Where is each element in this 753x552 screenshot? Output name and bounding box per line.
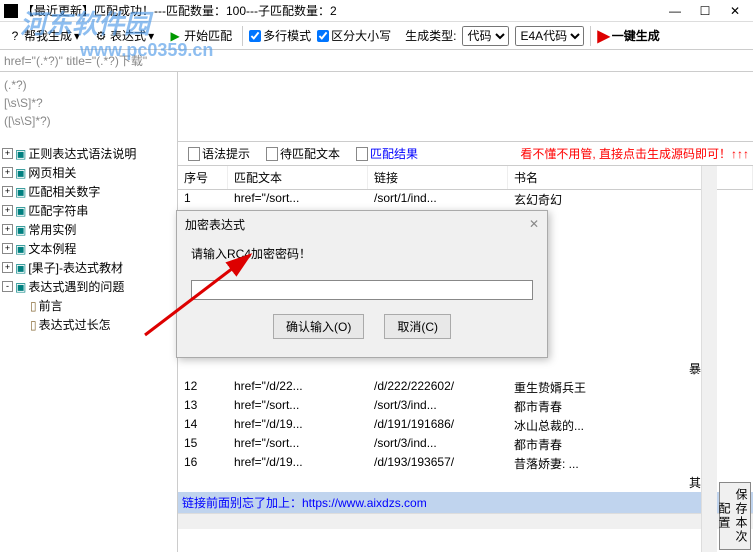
folder-icon: ▣ [15,223,26,237]
tree-child[interactable]: ▯前言 [30,296,175,315]
tree-item[interactable]: +▣常用实例 [2,220,175,239]
table-row[interactable]: 12href="/d/22.../d/222/222602/重生贽婿兵王 [178,378,753,397]
header-text[interactable]: 匹配文本 [228,166,368,189]
tree-item[interactable]: +▣匹配相关数字 [2,182,175,201]
pattern-item[interactable]: [\s\S]*? [4,94,173,112]
table-row[interactable]: 15href="/sort.../sort/3/ind...都市青春 [178,435,753,454]
expr-icon: ⚙ [94,29,108,43]
start-match-button[interactable]: ▶开始匹配 [164,25,236,46]
titlebar: 【最近更新】匹配成功！---匹配数量：100---子匹配数量：2 — ☐ ✕ [0,0,753,22]
footer-note: 链接前面别忘了加上：https://www.aixdzs.com [178,492,753,513]
table-row[interactable]: 14href="/d/19.../d/191/191686/冰山总裁的... [178,416,753,435]
tree-item[interactable]: +▣正则表达式语法说明 [2,144,175,163]
separator [242,26,243,46]
pattern-item[interactable]: (.*?) [4,76,173,94]
horizontal-scrollbar[interactable] [178,513,753,529]
play-icon: ▶ [168,29,182,43]
table-row[interactable]: 16href="/d/19.../d/193/193657/昔落娇妻: ... [178,454,753,473]
tree-item[interactable]: -▣表达式遇到的问题 [2,277,175,296]
help-generate-button[interactable]: ?帮我生成▾ [4,25,84,46]
pattern-item[interactable]: ([\s\S]*?) [4,112,173,130]
tabs: 语法提示 待匹配文本 匹配结果 看不懂不用管, 直接点击生成源码即可！↑↑↑ [178,142,753,166]
expand-icon[interactable]: + [2,205,13,216]
tab-syntax[interactable]: 语法提示 [182,143,256,164]
dialog-close-button[interactable]: ✕ [529,217,539,231]
tree-item[interactable]: +▣文本例程 [2,239,175,258]
e4a-select[interactable]: E4A代码 [515,26,584,46]
file-icon: ▯ [30,299,37,313]
expression-text: href="(.*?)" title="(.*?)下载" [4,52,147,69]
expand-icon[interactable]: + [2,167,13,178]
separator [590,26,591,46]
file-icon [266,147,278,161]
encrypt-dialog: 加密表达式 ✕ 请输入RC4加密密码！ 确认输入(O) 取消(C) [176,210,548,358]
dialog-prompt: 请输入RC4加密密码！ [191,245,533,262]
app-icon [4,4,18,18]
expression-button[interactable]: ⚙表达式▾ [90,25,158,46]
pattern-shortcuts: (.*?) [\s\S]*? ([\s\S]*?) [0,72,177,142]
table-row[interactable]: 13href="/sort.../sort/3/ind...都市青春 [178,397,753,416]
file-icon: ▯ [30,318,37,332]
save-config-button[interactable]: 保存本次配置 [719,482,751,550]
folder-icon: ▣ [15,166,26,180]
folder-icon: ▣ [15,147,26,161]
gentype-label: 生成类型: [405,27,456,44]
window-title: 【最近更新】匹配成功！---匹配数量：100---子匹配数量：2 [22,2,337,19]
onekey-generate-button[interactable]: ▶一键生成 [597,26,659,46]
tab-result[interactable]: 匹配结果 [350,143,424,164]
table-header: 序号 匹配文本 链接 书名 [178,166,753,190]
folder-icon: ▣ [15,261,26,275]
left-panel: (.*?) [\s\S]*? ([\s\S]*?) +▣正则表达式语法说明+▣网… [0,72,178,552]
tree-item[interactable]: +▣网页相关 [2,163,175,182]
hint-text: 看不懂不用管, 直接点击生成源码即可！↑↑↑ [520,145,749,162]
expand-icon[interactable]: + [2,186,13,197]
expand-icon[interactable]: + [2,243,13,254]
table-row[interactable]: 暴君 [178,359,753,378]
header-seq[interactable]: 序号 [178,166,228,189]
dialog-title: 加密表达式 [185,216,245,233]
case-checkbox[interactable]: 区分大小写 [317,27,391,44]
expand-icon[interactable]: + [2,224,13,235]
close-button[interactable]: ✕ [721,2,749,20]
tree-item[interactable]: +▣匹配字符串 [2,201,175,220]
expand-icon[interactable]: + [2,262,13,273]
toolbar: ?帮我生成▾ ⚙表达式▾ ▶开始匹配 多行模式 区分大小写 生成类型: 代码 E… [0,22,753,50]
expand-icon[interactable]: - [2,281,13,292]
vertical-scrollbar[interactable] [701,166,717,552]
folder-icon: ▣ [15,242,26,256]
gentype-select[interactable]: 代码 [462,26,509,46]
tree-view: +▣正则表达式语法说明+▣网页相关+▣匹配相关数字+▣匹配字符串+▣常用实例+▣… [0,142,177,336]
tree-child[interactable]: ▯表达式过长怎 [30,315,175,334]
cancel-button[interactable]: 取消(C) [384,314,451,339]
minimize-button[interactable]: — [661,2,689,20]
play-red-icon: ▶ [597,26,609,46]
folder-icon: ▣ [15,280,26,294]
expand-icon[interactable]: + [2,148,13,159]
ok-button[interactable]: 确认输入(O) [273,314,364,339]
multiline-checkbox[interactable]: 多行模式 [249,27,311,44]
expression-area[interactable] [178,72,753,142]
expression-bar: href="(.*?)" title="(.*?)下载" [0,50,753,72]
file-icon [356,147,368,161]
folder-icon: ▣ [15,204,26,218]
maximize-button[interactable]: ☐ [691,2,719,20]
header-link[interactable]: 链接 [368,166,508,189]
table-row[interactable]: 1href="/sort.../sort/1/ind...玄幻奇幻 [178,190,753,209]
password-input[interactable] [191,280,533,300]
table-row[interactable]: 其他 [178,473,753,492]
help-icon: ? [8,29,22,43]
file-icon [188,147,200,161]
tab-source[interactable]: 待匹配文本 [260,143,346,164]
tree-item[interactable]: +▣[果子]-表达式教材 [2,258,175,277]
folder-icon: ▣ [15,185,26,199]
